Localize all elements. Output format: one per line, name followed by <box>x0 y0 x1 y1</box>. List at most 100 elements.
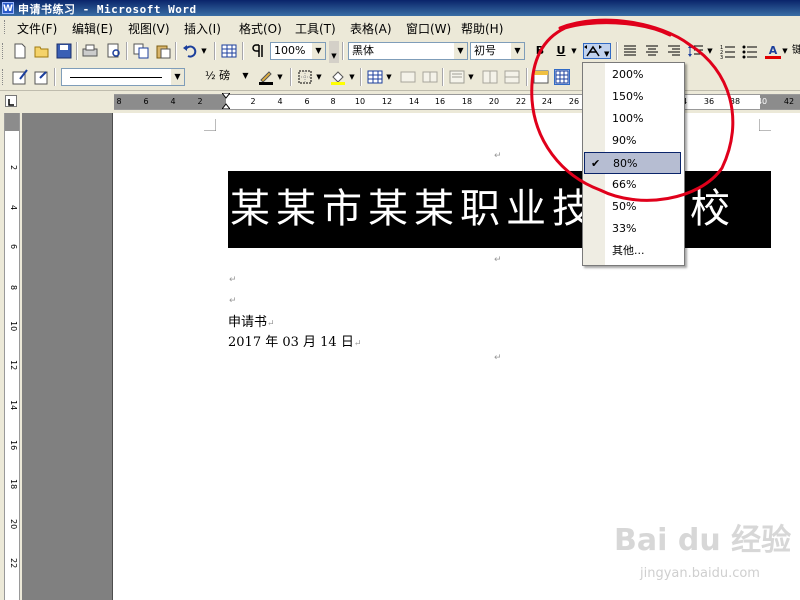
ruler-tick: 18 <box>9 479 18 490</box>
toolbar-overflow[interactable]: 键 <box>792 43 800 59</box>
line-spacing-dropdown-icon[interactable]: ▼ <box>706 43 714 59</box>
undo-icon[interactable] <box>182 43 198 59</box>
banner-title[interactable]: 某某市某某职业技术学校 <box>228 171 771 248</box>
scale-option-33[interactable]: 33% <box>583 218 682 240</box>
character-scale-button[interactable]: ▼ <box>583 43 611 59</box>
chevron-down-icon[interactable]: ▼ <box>239 68 252 84</box>
bold-button[interactable]: B <box>532 43 548 59</box>
ruler-tick: 12 <box>9 360 18 371</box>
font-size-combo[interactable]: 初号 ▼ <box>470 42 525 60</box>
underline-button[interactable]: U <box>553 43 569 59</box>
scale-option-66[interactable]: 66% <box>583 174 682 196</box>
autoformat-table-icon[interactable] <box>533 69 549 85</box>
distribute-columns-icon[interactable] <box>504 69 520 85</box>
menu-window[interactable]: 窗口(W) <box>406 20 451 37</box>
border-color-dropdown-icon[interactable]: ▼ <box>276 69 284 85</box>
insert-table-icon[interactable] <box>367 69 383 85</box>
ruler-tick: 8 <box>330 97 336 106</box>
border-color-icon[interactable] <box>258 69 274 85</box>
print-preview-icon[interactable] <box>106 43 122 59</box>
separator <box>442 68 444 86</box>
bullet-list-icon[interactable] <box>742 43 758 59</box>
zoom-combo[interactable]: 100% ▼ <box>270 42 326 60</box>
copy-icon[interactable] <box>133 43 149 59</box>
new-document-icon[interactable] <box>12 43 28 59</box>
borders-dropdown-icon[interactable]: ▼ <box>315 69 323 85</box>
line-weight-combo[interactable]: ½ 磅 ▼ <box>189 68 252 86</box>
chevron-down-icon[interactable]: ▼ <box>454 43 467 59</box>
ruler-tick: 4 <box>170 97 176 106</box>
paste-icon[interactable] <box>155 43 171 59</box>
scale-option-150[interactable]: 150% <box>583 86 682 108</box>
vertical-ruler[interactable]: 2 4 6 8 10 12 14 16 18 20 22 <box>4 113 20 600</box>
shading-dropdown-icon[interactable]: ▼ <box>348 69 356 85</box>
page-gutter <box>22 113 112 600</box>
line-style-combo[interactable]: ▼ <box>61 68 185 86</box>
ruler-tick: 20 <box>9 519 18 530</box>
draw-table-icon[interactable] <box>12 69 28 85</box>
scale-option-50[interactable]: 50% <box>583 196 682 218</box>
scale-option-90[interactable]: 90% <box>583 130 682 152</box>
line-spacing-icon[interactable] <box>688 43 704 59</box>
ruler-tick: 22 <box>9 558 18 569</box>
show-gridlines-icon[interactable] <box>554 69 570 85</box>
menu-help[interactable]: 帮助(H) <box>461 20 503 37</box>
menu-format[interactable]: 格式(O) <box>239 20 282 37</box>
numbered-list-icon[interactable]: 123 <box>720 43 736 61</box>
ruler-tick: 22 <box>515 97 527 106</box>
borders-icon[interactable] <box>297 69 313 85</box>
window-title: 申请书练习 - Microsoft Word <box>18 3 197 16</box>
separator <box>175 42 177 60</box>
chevron-down-icon[interactable]: ▼ <box>171 69 184 85</box>
vertical-ruler-area: 2 4 6 8 10 12 14 16 18 20 22 <box>0 113 22 600</box>
ruler-tick: 14 <box>408 97 420 106</box>
align-center-icon[interactable] <box>644 43 660 59</box>
align-cell-dropdown-icon[interactable]: ▼ <box>467 69 475 85</box>
shading-color-icon[interactable] <box>330 69 346 85</box>
scale-option-other[interactable]: 其他... <box>583 240 682 262</box>
watermark-url: jingyan.baidu.com <box>640 566 760 581</box>
document-line-application[interactable]: 申请书↵ <box>228 311 275 330</box>
standard-toolbar: ▼ 100% ▼ ▼ 黑体 ▼ 初号 ▼ B U ▼ ▼ ▼ 123 A ▼ 键 <box>0 38 800 64</box>
scale-option-100[interactable]: 100% <box>583 108 682 130</box>
underline-dropdown-icon[interactable]: ▼ <box>570 43 578 59</box>
horizontal-ruler[interactable]: 8 6 4 2 2 4 6 8 10 12 14 16 18 20 22 24 … <box>114 93 800 110</box>
scale-option-80[interactable]: ✔ 80% <box>584 152 681 174</box>
svg-text:▼: ▼ <box>604 50 610 58</box>
insert-table-dropdown-icon[interactable]: ▼ <box>385 69 393 85</box>
font-name-value: 黑体 <box>352 44 374 57</box>
merge-cells-icon[interactable] <box>400 69 416 85</box>
chevron-down-icon[interactable]: ▼ <box>511 43 524 59</box>
align-cell-icon[interactable] <box>449 69 465 85</box>
undo-dropdown-icon[interactable]: ▼ <box>200 43 208 59</box>
font-color-button[interactable]: A <box>765 43 781 59</box>
menu-insert[interactable]: 插入(I) <box>184 20 221 37</box>
menu-file[interactable]: 文件(F) <box>17 20 57 37</box>
show-formatting-icon[interactable] <box>249 43 265 59</box>
font-color-dropdown-icon[interactable]: ▼ <box>781 43 789 59</box>
distribute-rows-icon[interactable] <box>482 69 498 85</box>
ruler-tick: 10 <box>9 321 18 332</box>
indent-marker[interactable] <box>222 93 230 109</box>
insert-table-icon[interactable] <box>221 43 237 59</box>
ruler-tick: 18 <box>461 97 473 106</box>
align-justify-icon[interactable] <box>622 43 638 59</box>
menu-table[interactable]: 表格(A) <box>350 20 392 37</box>
save-icon[interactable] <box>56 43 72 59</box>
split-cells-icon[interactable] <box>422 69 438 85</box>
toolbar-options-icon[interactable]: ▼ <box>329 41 339 63</box>
scale-option-200[interactable]: 200% <box>583 64 682 86</box>
eraser-table-icon[interactable] <box>34 69 50 85</box>
menu-edit[interactable]: 编辑(E) <box>72 20 113 37</box>
align-right-icon[interactable] <box>666 43 682 59</box>
font-name-combo[interactable]: 黑体 ▼ <box>348 42 468 60</box>
print-icon[interactable] <box>82 43 98 59</box>
open-folder-icon[interactable] <box>34 43 50 59</box>
paragraph-mark: ↵ <box>353 339 362 349</box>
document-line-date[interactable]: 2017 年 03 月 14 日↵ <box>228 331 361 350</box>
tab-selector[interactable] <box>5 95 17 107</box>
line-style-sample <box>70 77 162 78</box>
menu-tools[interactable]: 工具(T) <box>295 20 336 37</box>
chevron-down-icon[interactable]: ▼ <box>312 43 325 59</box>
menu-view[interactable]: 视图(V) <box>128 20 170 37</box>
